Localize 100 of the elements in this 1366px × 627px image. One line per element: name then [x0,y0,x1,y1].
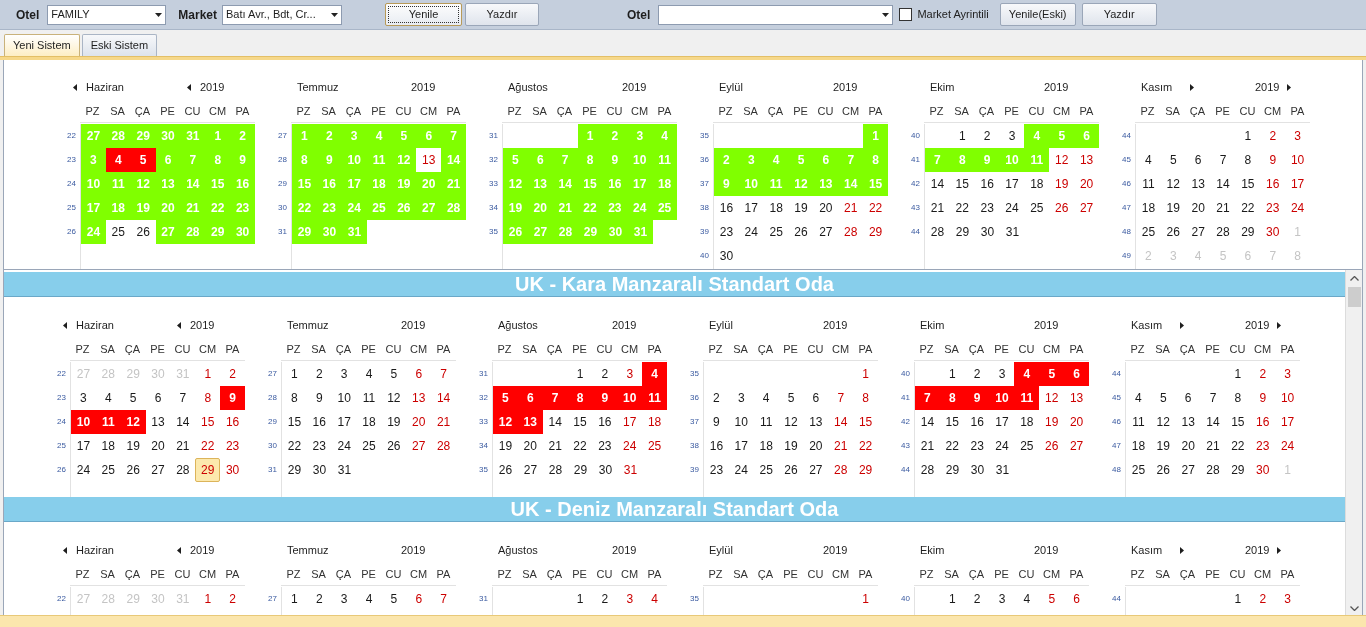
calendar-day[interactable]: 20 [406,410,432,434]
calendar-day[interactable]: 26 [493,458,518,482]
calendar-day[interactable]: 30 [1250,458,1276,482]
calendar-day[interactable]: 26 [381,434,407,458]
calendar-day[interactable]: 17 [1275,410,1300,434]
calendar-day[interactable]: 11 [1014,386,1040,410]
calendar-day[interactable]: 18 [356,410,382,434]
left-triangle-icon[interactable] [177,546,181,554]
calendar-day[interactable]: 29 [1225,458,1251,482]
calendar-day[interactable]: 10 [617,386,643,410]
calendar-day[interactable]: 6 [1175,386,1201,410]
calendar-day[interactable]: 7 [828,386,854,410]
checkbox[interactable] [899,8,913,21]
calendar-day[interactable]: 25 [1126,458,1151,482]
calendar-day[interactable]: 5 [1039,362,1065,386]
calendar-day[interactable]: 12 [1150,410,1176,434]
calendar-day[interactable]: 14 [1200,410,1226,434]
calendar-day[interactable]: 5 [381,587,407,611]
calendar-day[interactable]: 8 [195,386,221,410]
calendar-day[interactable]: 2 [974,124,1000,148]
calendar-day[interactable]: 17 [989,410,1015,434]
calendar-day[interactable]: 31 [618,458,643,482]
calendar-day[interactable]: 28 [431,434,456,458]
calendar-day[interactable]: 10 [331,386,357,410]
right-triangle-icon[interactable] [1180,321,1185,329]
calendar-day[interactable]: 4 [356,587,382,611]
calendar-day[interactable]: 3 [617,587,643,611]
calendar-day[interactable]: 3 [71,386,96,410]
calendar-day[interactable]: 2 [1250,362,1276,386]
calendar-day[interactable]: 2 [592,587,618,611]
calendar-day[interactable]: 5 [493,386,518,410]
calendar-day[interactable]: 4 [642,587,667,611]
calendar-day[interactable]: 14 [828,410,854,434]
calendar-day[interactable]: 26 [1160,220,1186,244]
calendar-day[interactable]: 9 [704,410,729,434]
calendar-day[interactable]: 4 [105,148,131,172]
calendar-day[interactable]: 13 [1074,148,1099,172]
left-triangle-icon[interactable] [63,546,67,554]
calendar-day[interactable]: 12 [120,410,146,434]
calendar-day[interactable]: 13 [406,386,432,410]
calendar-day[interactable]: 21 [431,410,456,434]
calendar-day[interactable]: 27 [803,458,829,482]
calendar-day[interactable]: 30 [593,458,618,482]
calendar-day[interactable]: 22 [567,434,593,458]
calendar-day[interactable]: 11 [356,386,382,410]
calendar-day[interactable]: 28 [828,458,854,482]
calendar-day[interactable]: 1 [282,362,307,386]
calendar-day[interactable]: 19 [1039,410,1065,434]
calendar-day[interactable]: 6 [145,386,171,410]
calendar-day[interactable]: 23 [220,434,245,458]
calendar-day[interactable]: 28 [170,458,196,482]
dropdown-caret-icon[interactable] [331,12,339,17]
calendar-day[interactable]: 13 [803,410,829,434]
calendar-day[interactable]: 20 [1064,410,1089,434]
calendar-day[interactable]: 27 [406,434,432,458]
calendar-day[interactable]: 1 [1225,362,1251,386]
calendar-day[interactable]: 18 [1024,172,1050,196]
calendar-day[interactable]: 8 [939,386,965,410]
calendar-day[interactable]: 10 [989,386,1015,410]
calendar-day[interactable]: 27 [813,220,839,244]
calendar-day[interactable]: 26 [1039,434,1065,458]
right-triangle-icon[interactable] [1287,83,1292,91]
calendar-day[interactable]: 18 [753,434,779,458]
calendar-day[interactable]: 13 [145,410,171,434]
calendar-day[interactable]: 16 [592,410,618,434]
calendar-day[interactable]: 19 [778,434,804,458]
calendar-day[interactable]: 27 [1175,458,1201,482]
calendar-day[interactable]: 24 [728,458,754,482]
calendar-day[interactable]: 16 [974,172,1000,196]
calendar-day[interactable]: 28 [838,220,864,244]
dropdown-caret-icon[interactable] [882,12,890,17]
calendar-day[interactable]: 15 [282,410,307,434]
calendar-day[interactable]: 8 [853,386,878,410]
calendar-day[interactable]: 1 [939,362,965,386]
calendar-day[interactable]: 17 [331,410,357,434]
calendar-day[interactable]: 2 [220,587,245,611]
calendar-day[interactable]: 20 [1185,196,1211,220]
calendar-day[interactable]: 30 [220,458,245,482]
calendar-day[interactable]: 28 [1210,220,1236,244]
calendar-day[interactable]: 20 [517,434,543,458]
calendar-day[interactable]: 4 [642,362,667,386]
calendar-day[interactable]: 1 [195,362,221,386]
calendar-day[interactable]: 4 [1126,386,1151,410]
calendar-day[interactable]: 5 [1150,386,1176,410]
calendar-day[interactable]: 12 [1039,386,1065,410]
calendar-day[interactable]: 1 [853,587,878,611]
calendar-day[interactable]: 12 [778,410,804,434]
calendar-day[interactable]: 22 [282,434,307,458]
calendar-day[interactable]: 26 [788,220,814,244]
calendar-day[interactable]: 12 [1160,172,1186,196]
calendar-day[interactable]: 19 [120,434,146,458]
calendar-day[interactable]: 2 [220,362,245,386]
calendar-day[interactable]: 6 [406,362,432,386]
calendar-day[interactable]: 18 [95,434,121,458]
calendar-day[interactable]: 5 [381,362,407,386]
calendar-day[interactable]: 29 [853,458,878,482]
calendar-day[interactable]: 13 [517,410,543,434]
calendar-day[interactable]: 17 [999,172,1025,196]
calendar-day[interactable]: 27 [1064,434,1089,458]
calendar-day[interactable]: 23 [592,434,618,458]
